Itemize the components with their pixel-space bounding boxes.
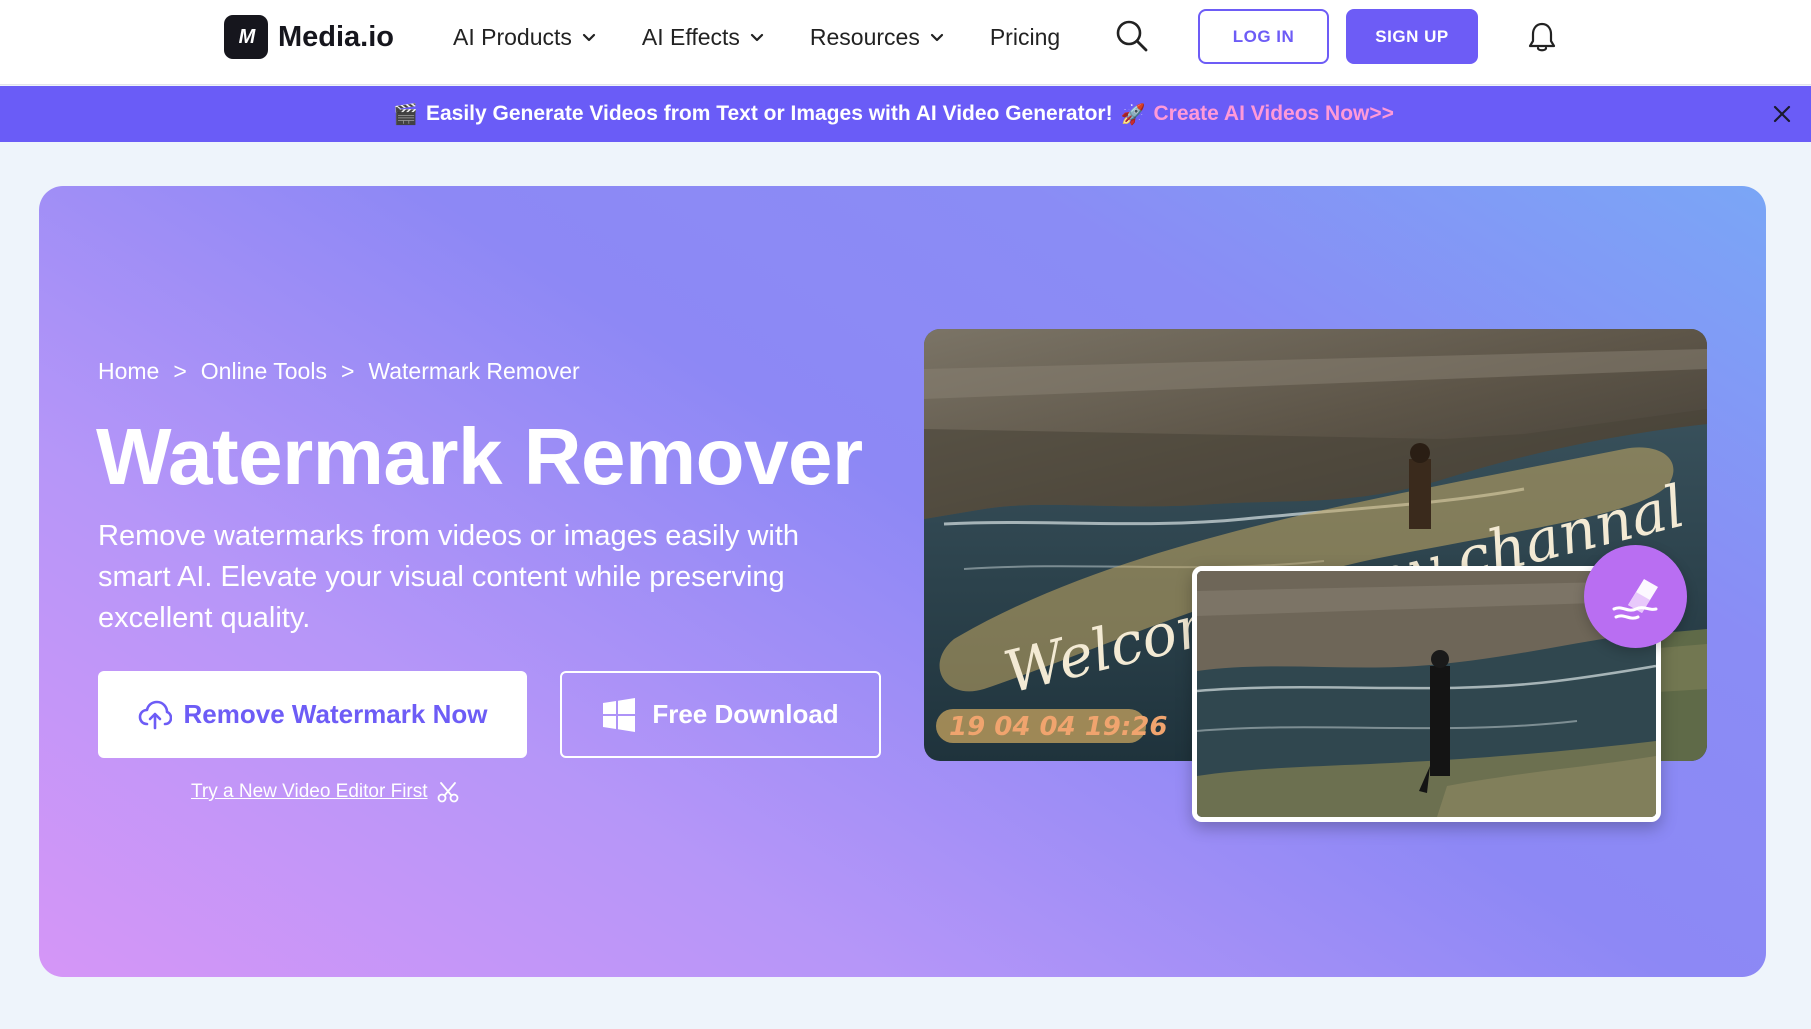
top-navbar: M Media.io AI Products AI Effects Resour… (0, 0, 1811, 85)
promo-banner: 🎬 Easily Generate Videos from Text or Im… (0, 86, 1811, 142)
hero-description: Remove watermarks from videos or images … (98, 516, 878, 639)
nav-ai-effects[interactable]: AI Effects (642, 24, 764, 51)
logo-text: Media.io (278, 21, 394, 54)
promo-link[interactable]: Create AI Videos Now>> (1153, 102, 1393, 126)
bell-icon[interactable] (1527, 21, 1557, 53)
free-download-button[interactable]: Free Download (560, 671, 881, 758)
chevron-down-icon (930, 30, 944, 44)
login-button[interactable]: LOG IN (1198, 9, 1329, 64)
promo-content: 🎬 Easily Generate Videos from Text or Im… (393, 102, 1394, 127)
nav-ai-effects-label: AI Effects (642, 24, 740, 51)
scissors-icon (436, 780, 460, 804)
eraser-icon (1584, 545, 1687, 648)
remove-watermark-button[interactable]: Remove Watermark Now (98, 671, 527, 758)
nav-ai-products[interactable]: AI Products (453, 24, 596, 51)
hero-section: Home > Online Tools > Watermark Remover … (39, 186, 1766, 977)
remove-watermark-label: Remove Watermark Now (184, 699, 488, 730)
main-nav: AI Products AI Effects Resources Pricing (453, 0, 1106, 74)
chevron-down-icon (750, 30, 764, 44)
clapperboard-icon: 🎬 (393, 102, 418, 127)
cloud-upload-icon (138, 700, 172, 730)
chevron-down-icon (582, 30, 596, 44)
breadcrumb-online-tools[interactable]: Online Tools (201, 358, 327, 385)
nav-pricing[interactable]: Pricing (990, 24, 1060, 51)
windows-icon (602, 698, 636, 732)
breadcrumb: Home > Online Tools > Watermark Remover (98, 358, 580, 385)
search-icon[interactable] (1114, 18, 1150, 54)
try-video-editor-label: Try a New Video Editor First (191, 781, 428, 803)
breadcrumb-separator: > (173, 358, 186, 385)
rocket-icon: 🚀 (1121, 102, 1146, 127)
breadcrumb-separator: > (341, 358, 354, 385)
logo-mark-icon: M (224, 15, 268, 59)
nav-pricing-label: Pricing (990, 24, 1060, 51)
try-video-editor-link[interactable]: Try a New Video Editor First (191, 780, 460, 804)
nav-ai-products-label: AI Products (453, 24, 572, 51)
page-title: Watermark Remover (96, 411, 863, 503)
promo-text: Easily Generate Videos from Text or Imag… (426, 102, 1113, 126)
close-icon[interactable] (1770, 102, 1794, 126)
breadcrumb-current: Watermark Remover (368, 358, 579, 385)
nav-resources-label: Resources (810, 24, 920, 51)
watermark-demo-illustration: Welcome to my channal 19 04 04 19:26 (924, 329, 1707, 829)
logo[interactable]: M Media.io (224, 15, 394, 59)
timestamp-text: 19 04 04 19:26 (949, 712, 1167, 742)
nav-resources[interactable]: Resources (810, 24, 944, 51)
breadcrumb-home[interactable]: Home (98, 358, 159, 385)
free-download-label: Free Download (652, 699, 838, 730)
signup-button[interactable]: SIGN UP (1346, 9, 1478, 64)
